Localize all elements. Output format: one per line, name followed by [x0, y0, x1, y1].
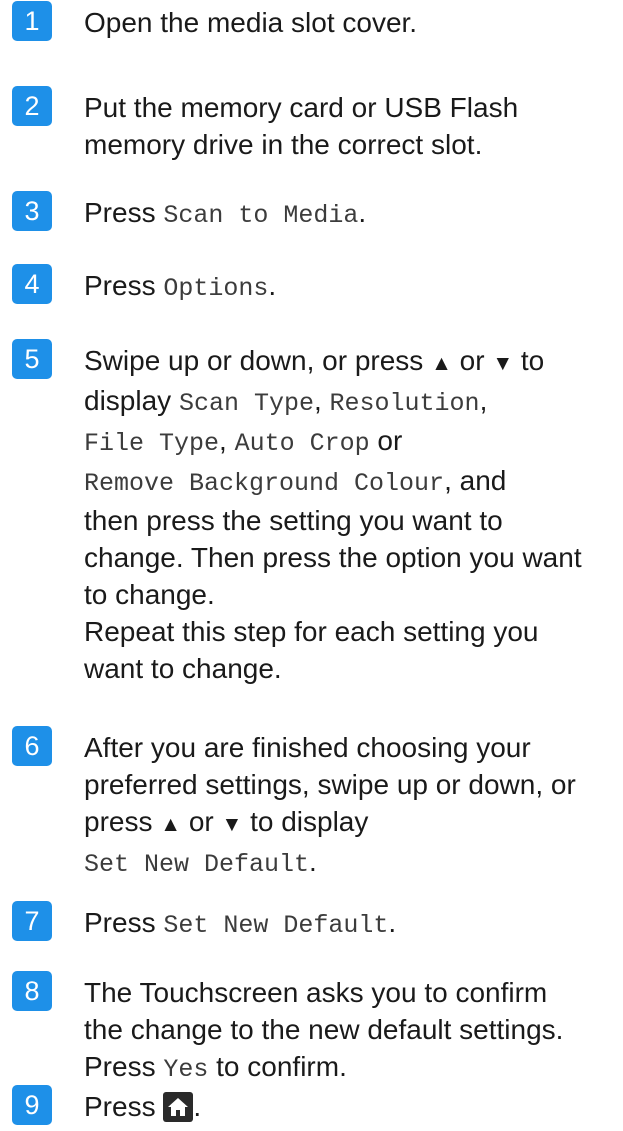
ui-label-resolution: Resolution [329, 389, 480, 418]
ui-label-scan-type: Scan Type [178, 389, 314, 418]
instruction-text: display [84, 385, 179, 416]
step-number-badge: 9 [12, 1085, 52, 1125]
instruction-text: Press [84, 907, 164, 938]
instruction-text: to display [242, 806, 369, 837]
step-number-badge: 2 [12, 86, 52, 126]
instruction-text: Press [84, 1091, 164, 1122]
step-number-badge: 7 [12, 901, 52, 941]
step-text: The Touchscreen asks you to confirm the … [84, 974, 619, 1088]
step-text: After you are finished choosing your pre… [84, 729, 619, 883]
instruction-text: , [313, 385, 330, 416]
instruction-text: After you are finished choosing your [84, 732, 531, 763]
instruction-text: or [369, 425, 403, 456]
ui-label-scan-to-media: Scan to Media [163, 201, 359, 230]
instruction-text: , [479, 385, 488, 416]
ui-label-options: Options [163, 274, 269, 303]
instruction-text: press [84, 806, 161, 837]
down-arrow-icon: ▼ [492, 352, 514, 375]
instruction-text: the change to the new default settings. [84, 1014, 564, 1045]
instruction-text: or [181, 806, 222, 837]
instruction-text: Open the media slot cover. [84, 7, 418, 38]
instruction-text: memory drive in the correct slot. [84, 129, 483, 160]
instruction-text: . [358, 197, 367, 228]
ui-label-remove-background-colour: Remove Background Colour [84, 469, 445, 498]
up-arrow-icon: ▲ [431, 352, 452, 375]
step-number-badge: 1 [12, 1, 52, 41]
instruction-text: , and [444, 465, 507, 496]
instruction-text: Repeat this step for each setting you [84, 616, 539, 647]
instruction-text: . [193, 1091, 202, 1122]
ui-label-auto-crop: Auto Crop [234, 429, 370, 458]
step-number-badge: 6 [12, 726, 52, 766]
ui-label-file-type: File Type [84, 429, 220, 458]
step-number-badge: 3 [12, 191, 52, 231]
step-number-badge: 8 [12, 971, 52, 1011]
step-text: Press Options. [84, 267, 619, 307]
step-text: Press Set New Default. [84, 904, 619, 944]
step-text: Press Scan to Media. [84, 194, 619, 234]
instruction-text: to change. [84, 579, 215, 610]
instruction-text: Swipe up or down, or press [84, 345, 432, 376]
instruction-text: Put the memory card or USB Flash [84, 92, 519, 123]
step-number-badge: 5 [12, 339, 52, 379]
ui-label-set-new-default: Set New Default [84, 850, 310, 879]
instruction-text: change. Then press the option you want [84, 542, 582, 573]
instruction-text: Press [84, 1051, 164, 1082]
instruction-text: , [219, 425, 235, 456]
instruction-text: or [451, 345, 493, 376]
step-text: Swipe up or down, or press ▲ or ▼ to dis… [84, 342, 619, 687]
instruction-text: . [268, 270, 277, 301]
home-icon [163, 1092, 194, 1131]
instruction-text: The Touchscreen asks you to confirm [84, 977, 548, 1008]
ui-label-set-new-default: Set New Default [163, 911, 389, 940]
instruction-text: . [388, 907, 397, 938]
step-text: Open the media slot cover. [84, 4, 619, 41]
step-number-badge: 4 [12, 264, 52, 304]
step-text: Press . [84, 1088, 619, 1131]
instruction-text: then press the setting you want to [84, 505, 503, 536]
up-arrow-icon: ▲ [160, 813, 182, 836]
ui-label-yes: Yes [163, 1055, 209, 1084]
instruction-text: Press [84, 270, 164, 301]
instruction-text: . [309, 846, 317, 877]
step-text: Put the memory card or USB Flash memory … [84, 89, 619, 163]
instruction-text: Press [84, 197, 164, 228]
down-arrow-icon: ▼ [221, 813, 243, 836]
instruction-text: to [513, 345, 545, 376]
instruction-text: preferred settings, swipe up or down, or [84, 769, 576, 800]
instruction-text: to confirm. [208, 1051, 347, 1082]
instruction-text: want to change. [84, 653, 282, 684]
